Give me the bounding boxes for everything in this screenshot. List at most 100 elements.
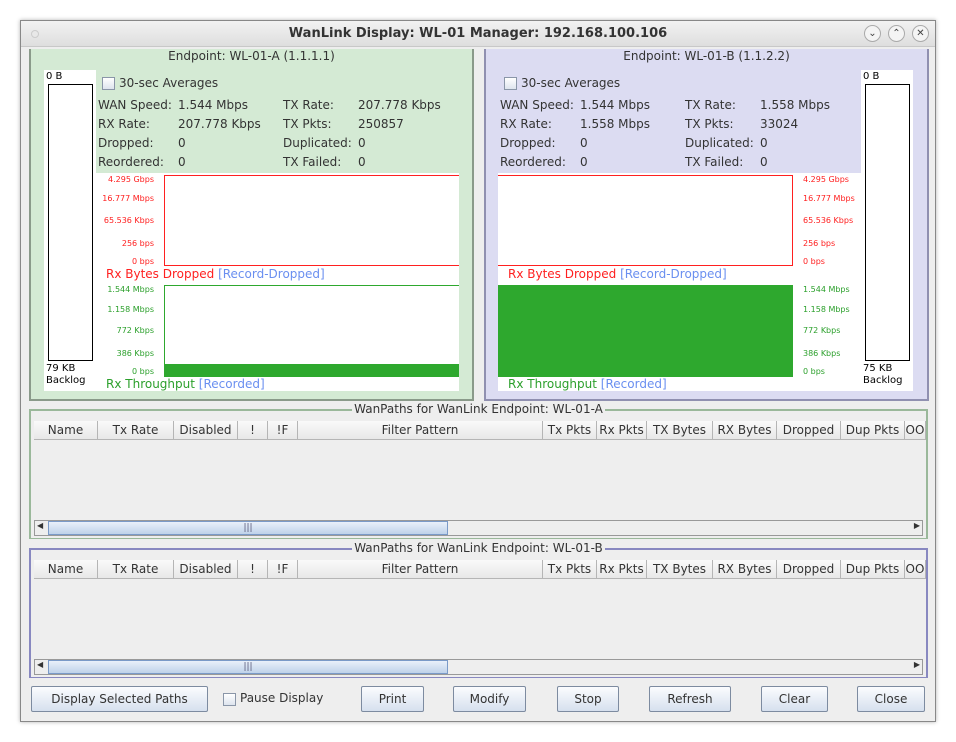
- record-dropped-link[interactable]: [Record-Dropped]: [620, 267, 727, 281]
- stat-value: 0: [580, 155, 588, 169]
- close-button[interactable]: Close: [857, 686, 925, 712]
- maximize-button[interactable]: ⌃: [888, 25, 905, 42]
- minimize-button[interactable]: ⌄: [864, 25, 881, 42]
- column-header[interactable]: Dup Pkts: [841, 421, 905, 440]
- column-header[interactable]: RX Bytes: [713, 421, 777, 440]
- stat-value: 1.558 Mbps: [580, 117, 651, 131]
- dropped-tick-label: 16.777 Mbps: [102, 194, 154, 203]
- column-header[interactable]: Rx Pkts: [597, 421, 647, 440]
- column-header[interactable]: Dup Pkts: [841, 560, 905, 579]
- display-selected-paths-button[interactable]: Display Selected Paths: [31, 686, 208, 712]
- stat-label: Reordered:: [500, 155, 566, 169]
- pause-display-checkbox[interactable]: [223, 693, 236, 706]
- throughput-tick-label: 0 bps: [132, 367, 154, 376]
- stat-value: 0: [760, 136, 768, 150]
- scroll-left-icon[interactable]: ◀: [37, 521, 43, 530]
- stat-label: Dropped:: [98, 136, 154, 150]
- throughput-fill: [165, 363, 459, 376]
- dropped-tick-label: 4.295 Gbps: [803, 175, 849, 184]
- scroll-right-icon[interactable]: ▶: [914, 660, 920, 669]
- throughput-fill: [498, 286, 792, 376]
- backlog-bar: [48, 84, 93, 361]
- horizontal-scrollbar[interactable]: ◀ ||| ▶: [34, 659, 923, 675]
- backlog-max-label: 0 B: [46, 71, 63, 82]
- modify-button[interactable]: Modify: [453, 686, 526, 712]
- scrollbar-thumb[interactable]: |||: [48, 521, 448, 535]
- 30-sec-averages-checkbox[interactable]: [102, 77, 115, 90]
- dropped-tick-label: 65.536 Kbps: [803, 216, 854, 225]
- rx-bytes-dropped-plot: [164, 175, 459, 266]
- record-dropped-link[interactable]: [Record-Dropped]: [218, 267, 325, 281]
- column-header[interactable]: Tx Rate: [98, 560, 174, 579]
- column-header[interactable]: TX Bytes: [647, 560, 713, 579]
- scrollbar-thumb[interactable]: |||: [48, 660, 448, 674]
- column-header[interactable]: Name: [34, 421, 98, 440]
- backlog-max-label: 0 B: [863, 71, 880, 82]
- column-header[interactable]: RX Bytes: [713, 560, 777, 579]
- throughput-tick-label: 1.544 Mbps: [107, 285, 154, 294]
- stat-value: 207.778 Kbps: [178, 117, 261, 131]
- stat-value: 250857: [358, 117, 404, 131]
- wanpaths-table-title: WanPaths for WanLink Endpoint: WL-01-B: [352, 541, 605, 555]
- rx-throughput-title: Rx Throughput: [508, 377, 597, 391]
- stat-label: Duplicated:: [685, 136, 754, 150]
- stat-value: 0: [358, 136, 366, 150]
- stat-value: 0: [178, 136, 186, 150]
- recorded-link[interactable]: [Recorded]: [601, 377, 667, 391]
- rx-bytes-dropped-plot: [498, 175, 793, 266]
- stat-value: 1.544 Mbps: [178, 98, 249, 112]
- column-header[interactable]: Disabled: [174, 560, 238, 579]
- column-header[interactable]: OO: [905, 560, 926, 579]
- rx-bytes-dropped-title: Rx Bytes Dropped: [508, 267, 617, 281]
- backlog-label: Backlog: [46, 375, 86, 386]
- column-header[interactable]: Tx Pkts: [543, 560, 597, 579]
- dropped-tick-label: 0 bps: [132, 257, 154, 266]
- endpoint-title: Endpoint: WL-01-B (1.1.2.2): [619, 49, 794, 63]
- column-header[interactable]: !: [238, 560, 268, 579]
- column-header[interactable]: Disabled: [174, 421, 238, 440]
- stat-label: TX Rate:: [685, 98, 736, 112]
- stat-label: Duplicated:: [283, 136, 352, 150]
- backlog-meter: 0 B 75 KB Backlog: [861, 70, 913, 391]
- wanpaths-table-title: WanPaths for WanLink Endpoint: WL-01-A: [352, 402, 605, 416]
- column-header[interactable]: Tx Rate: [98, 421, 174, 440]
- column-header[interactable]: Filter Pattern: [298, 421, 543, 440]
- 30-sec-averages-checkbox[interactable]: [504, 77, 517, 90]
- column-header[interactable]: OO: [905, 421, 926, 440]
- recorded-link[interactable]: [Recorded]: [199, 377, 265, 391]
- refresh-button[interactable]: Refresh: [649, 686, 731, 712]
- column-header[interactable]: Tx Pkts: [543, 421, 597, 440]
- horizontal-scrollbar[interactable]: ◀ ||| ▶: [34, 520, 923, 536]
- stop-button[interactable]: Stop: [557, 686, 619, 712]
- scroll-right-icon[interactable]: ▶: [914, 521, 920, 530]
- title-bar: WanLink Display: WL-01 Manager: 192.168.…: [21, 21, 935, 47]
- clear-button[interactable]: Clear: [761, 686, 828, 712]
- stat-label: TX Rate:: [283, 98, 334, 112]
- backlog-bar: [865, 84, 910, 361]
- throughput-tick-label: 772 Kbps: [116, 326, 154, 335]
- column-header[interactable]: !F: [268, 421, 298, 440]
- pause-display-label: Pause Display: [240, 691, 324, 705]
- table-header: Name Tx Rate Disabled! !F Filter Pattern Tx P…: [21, 421, 926, 440]
- column-header[interactable]: Rx Pkts: [597, 560, 647, 579]
- throughput-tick-label: 386 Kbps: [803, 349, 841, 358]
- scroll-left-icon[interactable]: ◀: [37, 660, 43, 669]
- stat-value: 1.558 Mbps: [760, 98, 831, 112]
- column-header[interactable]: Name: [34, 560, 98, 579]
- rx-bytes-dropped-title: Rx Bytes Dropped: [106, 267, 215, 281]
- close-window-button[interactable]: ✕: [912, 25, 929, 42]
- stat-value: 1.544 Mbps: [580, 98, 651, 112]
- window-title: WanLink Display: WL-01 Manager: 192.168.…: [288, 26, 668, 41]
- throughput-tick-label: 1.158 Mbps: [107, 305, 154, 314]
- column-header[interactable]: Dropped: [777, 421, 841, 440]
- stat-label: TX Pkts:: [283, 117, 332, 131]
- stat-label: RX Rate:: [98, 117, 150, 131]
- column-header[interactable]: !F: [268, 560, 298, 579]
- backlog-value: 75 KB: [863, 363, 893, 374]
- column-header[interactable]: !: [238, 421, 268, 440]
- print-button[interactable]: Print: [361, 686, 424, 712]
- column-header[interactable]: TX Bytes: [647, 421, 713, 440]
- column-header[interactable]: Filter Pattern: [298, 560, 543, 579]
- column-header[interactable]: Dropped: [777, 560, 841, 579]
- stat-label: TX Failed:: [283, 155, 342, 169]
